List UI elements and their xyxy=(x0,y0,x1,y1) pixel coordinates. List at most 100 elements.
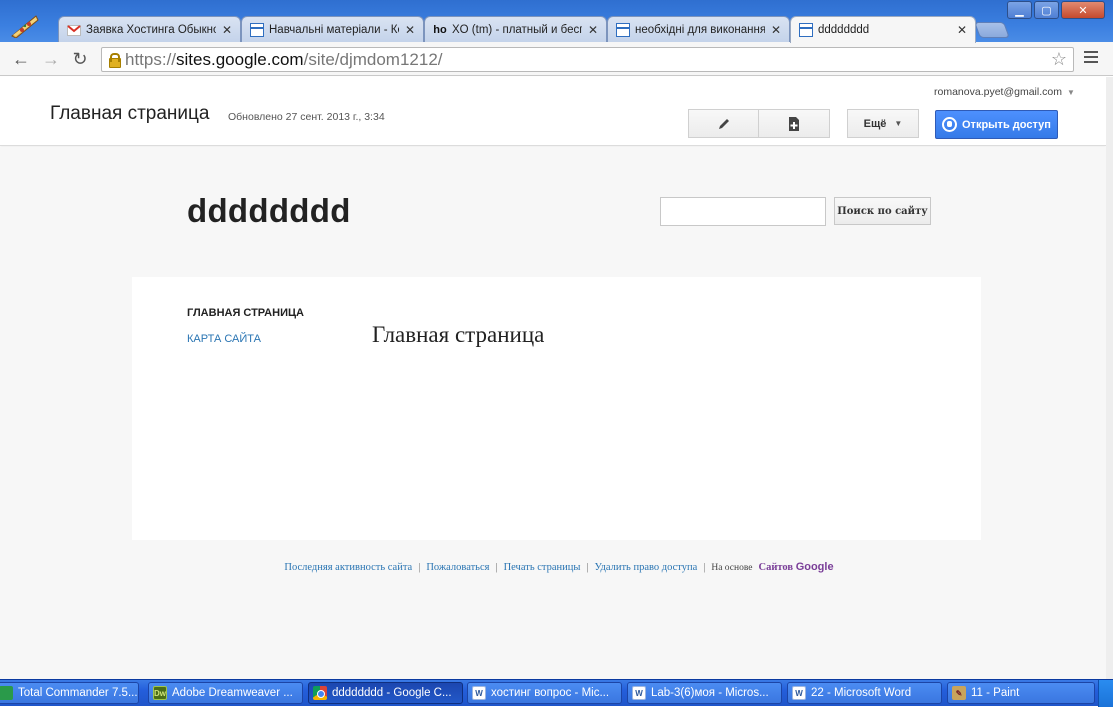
taskbar-item-word-22[interactable]: W 22 - Microsoft Word xyxy=(787,682,942,704)
windows-taskbar: Total Commander 7.5... Dw Adobe Dreamwea… xyxy=(0,679,1113,707)
sites-doc-icon xyxy=(799,23,813,37)
window-controls: ▁ ▢ ✕ xyxy=(1005,1,1105,19)
site-name: dddddddd xyxy=(187,192,351,229)
site-search-button[interactable]: Поиск по сайту xyxy=(834,197,931,225)
tab-title: Навчальні матеріали - Ко xyxy=(269,24,399,36)
maximize-button[interactable]: ▢ xyxy=(1034,1,1059,19)
tab-close-icon[interactable]: ✕ xyxy=(220,23,234,37)
site-page: dddddddd Поиск по сайту ГЛАВНАЯ СТРАНИЦА… xyxy=(0,147,1106,679)
taskbar-label: 22 - Microsoft Word xyxy=(811,687,912,699)
forward-arrow-icon[interactable]: → xyxy=(40,49,62,69)
footer-separator: | xyxy=(418,562,421,573)
minimize-button[interactable]: ▁ xyxy=(1007,1,1032,19)
bookmark-star-icon[interactable]: ☆ xyxy=(1051,49,1067,70)
pizza-icon xyxy=(11,15,39,38)
last-updated-text: Обновлено 27 сент. 2013 г., 3:34 xyxy=(228,111,385,123)
back-arrow-icon[interactable]: ← xyxy=(10,49,32,69)
footer-brand-google: Google xyxy=(795,561,834,573)
paint-icon: ✎ xyxy=(952,686,966,700)
account-email: romanova.pyet@gmail.com xyxy=(934,86,1062,98)
tab-xo[interactable]: ho XO (tm) - платный и бесп ✕ xyxy=(424,16,607,43)
tab-neobkhidni[interactable]: необхідні для виконання ✕ xyxy=(607,16,790,43)
url-host: sites.google.com xyxy=(176,49,304,69)
tab-title: dddddddd xyxy=(818,24,870,36)
footer-brand-prefix: Сайтов xyxy=(758,562,794,573)
more-button[interactable]: Ещё ▼ xyxy=(847,109,919,138)
content-panel: ГЛАВНАЯ СТРАНИЦА КАРТА САЙТА Главная стр… xyxy=(132,277,981,540)
edit-button-group xyxy=(688,109,830,138)
taskbar-label: 11 - Paint xyxy=(971,687,1020,699)
word-icon: W xyxy=(792,686,806,700)
tab-title: XO (tm) - платный и бесп xyxy=(452,24,582,36)
footer-separator: | xyxy=(586,562,589,573)
page-title: Главная страница xyxy=(50,103,210,124)
sidebar-item-sitemap[interactable]: КАРТА САЙТА xyxy=(187,333,261,345)
taskbar-label: хостинг вопрос - Mic... xyxy=(491,687,610,699)
word-icon: W xyxy=(472,686,486,700)
more-label: Ещё xyxy=(863,117,887,130)
footer-separator: | xyxy=(495,562,498,573)
tab-navchalni[interactable]: Навчальні матеріали - Ко ✕ xyxy=(241,16,424,43)
footer-separator: | xyxy=(703,562,706,573)
page-scrollbar[interactable] xyxy=(1106,77,1113,679)
globe-icon xyxy=(942,117,957,132)
footer-brand-link[interactable]: Сайтов Google xyxy=(758,561,834,573)
taskbar-item-total-commander[interactable]: Total Commander 7.5... xyxy=(0,682,139,704)
url-protocol: https:// xyxy=(125,49,177,69)
sidebar-item-home[interactable]: ГЛАВНАЯ СТРАНИЦА xyxy=(187,307,304,319)
lock-icon xyxy=(108,52,121,68)
url-path: /site/djmdom1212/ xyxy=(303,49,443,69)
browser-window: Заявка Хостинга Обыкно ✕ Навчальні матер… xyxy=(0,0,1113,707)
chrome-icon xyxy=(313,686,327,700)
tab-title: Заявка Хостинга Обыкно xyxy=(86,24,216,36)
site-search-input[interactable] xyxy=(660,197,826,226)
tab-strip: Заявка Хостинга Обыкно ✕ Навчальні матер… xyxy=(0,0,1113,43)
tab-close-icon[interactable]: ✕ xyxy=(769,23,783,37)
sites-edit-header: Главная страница Обновлено 27 сент. 2013… xyxy=(0,77,1106,146)
taskbar-label: Total Commander 7.5... xyxy=(18,687,138,699)
site-footer: Последняя активность сайта | Пожаловаться |… xyxy=(0,561,1106,573)
tab-close-icon[interactable]: ✕ xyxy=(403,23,417,37)
taskbar-item-dreamweaver[interactable]: Dw Adobe Dreamweaver ... xyxy=(148,682,303,704)
chrome-menu-icon[interactable] xyxy=(1084,51,1098,66)
tab-title: необхідні для виконання xyxy=(635,24,765,36)
sites-doc-icon xyxy=(250,23,264,37)
taskbar-item-word-lab[interactable]: W Lab-3(6)моя - Micros... xyxy=(627,682,782,704)
share-label: Открыть доступ xyxy=(962,118,1051,131)
tab-dddddddd[interactable]: dddddddd ✕ xyxy=(790,16,976,43)
taskbar-item-word-hosting[interactable]: W хостинг вопрос - Mic... xyxy=(467,682,622,704)
footer-link-print[interactable]: Печать страницы xyxy=(504,562,581,573)
new-page-button[interactable] xyxy=(759,109,830,138)
ho-icon: ho xyxy=(433,24,447,36)
taskbar-label: Lab-3(6)моя - Micros... xyxy=(651,687,769,699)
account-menu[interactable]: romanova.pyet@gmail.com ▼ xyxy=(934,86,1075,98)
close-window-button[interactable]: ✕ xyxy=(1061,1,1105,19)
taskbar-item-paint[interactable]: ✎ 11 - Paint xyxy=(947,682,1095,704)
address-bar[interactable]: https:// sites.google.com /site/djmdom12… xyxy=(101,47,1074,72)
main-heading: Главная страница xyxy=(372,322,545,347)
new-tab-button[interactable] xyxy=(974,22,1010,38)
reload-icon[interactable]: ↻ xyxy=(69,49,91,69)
taskbar-label: dddddddd - Google C... xyxy=(332,687,452,699)
tab-close-icon[interactable]: ✕ xyxy=(955,23,969,37)
footer-based-on: На основе xyxy=(711,563,753,573)
caret-down-icon: ▼ xyxy=(1066,88,1075,97)
gmail-icon xyxy=(67,23,81,37)
dreamweaver-icon: Dw xyxy=(153,686,167,700)
sites-doc-icon xyxy=(616,23,630,37)
pencil-icon xyxy=(718,118,729,129)
total-commander-icon xyxy=(0,686,13,700)
new-page-icon xyxy=(789,116,799,131)
taskbar-label: Adobe Dreamweaver ... xyxy=(172,687,293,699)
tab-gmail[interactable]: Заявка Хостинга Обыкно ✕ xyxy=(58,16,241,43)
taskbar-item-chrome[interactable]: dddddddd - Google C... xyxy=(308,682,463,704)
word-icon: W xyxy=(632,686,646,700)
caret-down-icon: ▼ xyxy=(894,119,903,128)
share-button[interactable]: Открыть доступ xyxy=(935,110,1058,139)
tab-close-icon[interactable]: ✕ xyxy=(586,23,600,37)
browser-toolbar: ← → ↻ https:// sites.google.com /site/dj… xyxy=(0,42,1113,76)
footer-link-activity[interactable]: Последняя активность сайта xyxy=(284,562,412,573)
footer-link-remove-access[interactable]: Удалить право доступа xyxy=(595,562,698,573)
edit-page-button[interactable] xyxy=(688,109,759,138)
footer-link-report[interactable]: Пожаловаться xyxy=(426,562,489,573)
